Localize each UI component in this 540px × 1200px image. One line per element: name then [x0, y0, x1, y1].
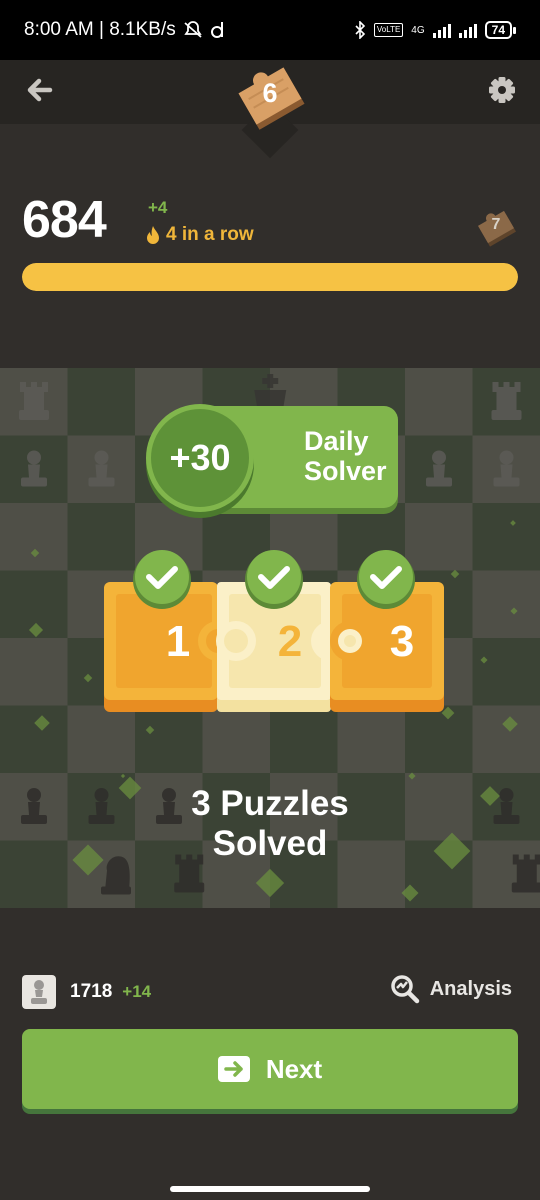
award-label: Daily Solver	[304, 426, 434, 486]
volte-icon: VoLTE	[373, 23, 404, 37]
check-icon	[357, 550, 415, 609]
status-right: VoLTE 4G 74	[354, 21, 516, 39]
analysis-button[interactable]: Analysis	[390, 974, 512, 1004]
signal-icon-2	[458, 22, 477, 38]
next-button[interactable]: Next	[22, 1029, 518, 1109]
status-bar: 8:00 AM | 8.1KB/s VoLTE 4G 74	[0, 0, 540, 60]
level-progress-bar	[22, 263, 518, 291]
streak: 4 in a row	[146, 224, 254, 246]
alarm-off-icon	[184, 21, 202, 38]
puzzle-score: 684	[22, 191, 107, 249]
app-d-icon	[210, 22, 223, 38]
rating-delta: +14	[122, 982, 152, 1001]
puzzle-pieces-svg: 1 2 3	[104, 550, 444, 712]
daily-solver-award: Daily Solver +30	[146, 404, 398, 514]
puzzle-number-2: 2	[278, 617, 302, 666]
arrow-left-icon	[27, 78, 53, 102]
check-icon	[133, 550, 191, 609]
bluetooth-icon	[355, 21, 366, 39]
battery-level: 74	[484, 21, 512, 39]
analysis-label: Analysis	[429, 977, 512, 1000]
score-delta: +4	[148, 198, 168, 217]
flame-icon	[147, 226, 159, 244]
signal-icon	[432, 22, 451, 38]
streak-label: 4 in a row	[166, 224, 254, 245]
result-title: 3 Puzzles Solved	[70, 784, 470, 864]
award-points: +30	[169, 437, 231, 478]
back-button[interactable]	[22, 72, 58, 108]
result-line1: 3 Puzzles	[191, 784, 349, 823]
gear-icon	[489, 77, 515, 103]
progress-fill	[22, 263, 518, 291]
settings-button[interactable]	[484, 72, 520, 108]
award-label-line1: Daily	[304, 426, 369, 456]
rating-row: 1718 +14 Analysis	[22, 974, 518, 1010]
magnifier-icon	[390, 975, 419, 1004]
award-circle: +30	[146, 404, 254, 512]
result-line2: Solved	[212, 824, 328, 863]
status-time: 8:00 AM | 8.1KB/s	[24, 19, 176, 40]
next-label: Next	[265, 1053, 323, 1084]
level-number: 6	[262, 78, 278, 108]
award-label-line2: Solver	[304, 456, 387, 486]
avatar	[22, 975, 56, 1009]
puzzle-rating: 1718	[70, 981, 113, 1002]
network-type: 4G	[411, 24, 425, 36]
battery-icon: 74	[484, 21, 516, 39]
puzzle-number-1: 1	[166, 617, 190, 666]
level-badge: 6	[228, 52, 312, 136]
arrow-right-icon	[217, 1056, 250, 1082]
pawn-icon	[31, 980, 47, 1004]
status-left: 8:00 AM | 8.1KB/s	[24, 19, 226, 41]
puzzle-pieces: 1 2 3	[102, 550, 446, 720]
next-level-number: 7	[491, 216, 501, 233]
score-row: 684 +4 4 in a row 7	[22, 190, 518, 260]
puzzle-number-3: 3	[390, 617, 414, 666]
home-indicator[interactable]	[170, 1186, 370, 1192]
next-level-badge: 7	[472, 202, 520, 250]
check-icon	[245, 550, 303, 609]
